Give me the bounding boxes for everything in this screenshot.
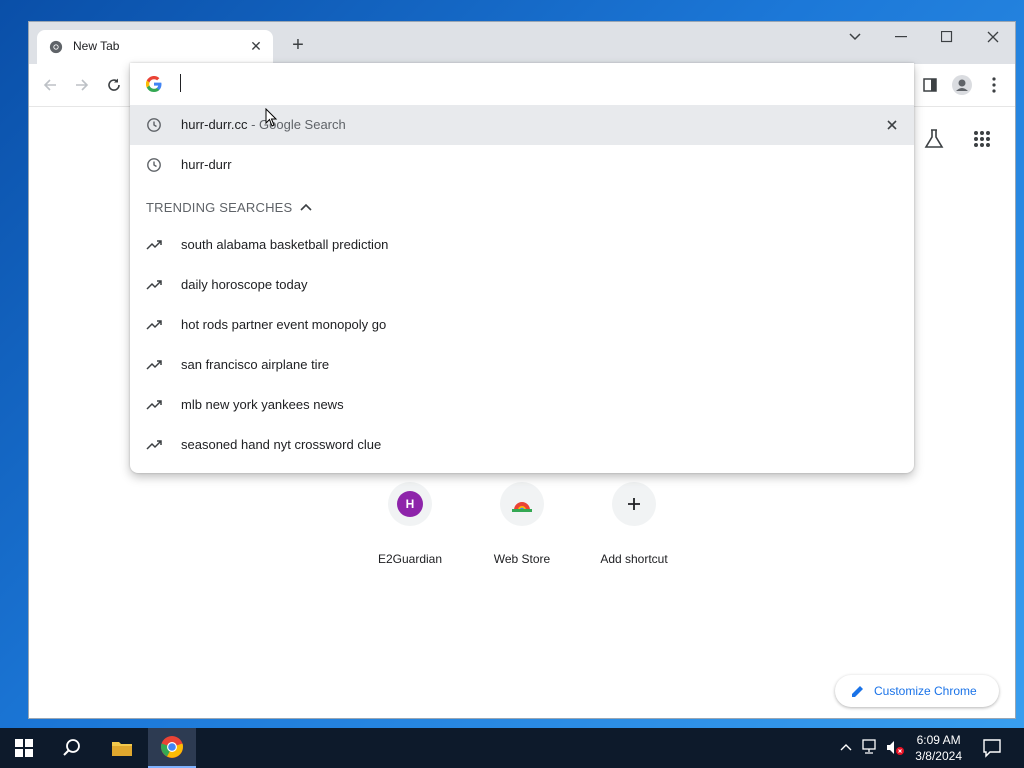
customize-chrome-label: Customize Chrome [874,684,977,698]
tray-date: 3/8/2024 [915,749,962,763]
file-explorer-icon[interactable] [98,728,146,768]
trending-text: mlb new york yankees news [181,397,344,412]
trending-text: san francisco airplane tire [181,357,330,372]
tab-new-tab[interactable]: New Tab ✕ [37,30,273,64]
suggestion-row[interactable]: hurr-durr [130,145,914,185]
trending-up-icon [146,440,162,450]
tray-chevron-up-icon[interactable] [840,742,852,752]
history-icon [147,118,161,132]
mouse-cursor-icon [265,108,278,127]
text-caret [180,74,181,92]
history-icon [147,158,161,172]
tray-time: 6:09 AM [916,733,961,747]
omnibox-input[interactable] [130,63,914,103]
chrome-taskbar-icon[interactable] [148,728,196,768]
shortcut-icon-circle [612,482,656,526]
notification-icon[interactable] [982,738,1002,758]
suggestion-row[interactable]: hurr-durr.cc - Google Search [130,105,914,145]
shortcut-icon-circle: H [388,482,432,526]
shortcut-label: E2Guardian [377,552,443,566]
menu-kebab-icon[interactable] [983,74,1005,96]
reload-icon[interactable] [103,74,125,96]
tab-search-icon[interactable] [840,26,870,48]
pencil-icon [852,686,863,697]
shortcut-icon-circle [500,482,544,526]
new-tab-button[interactable]: + [287,35,309,57]
close-window-icon[interactable] [978,26,1008,48]
minimize-icon[interactable] [886,26,916,48]
trending-text: hot rods partner event monopoly go [181,317,387,332]
forward-icon[interactable] [71,74,93,96]
search-icon[interactable] [48,728,96,768]
shortcut-e2guardian[interactable]: H E2Guardian [355,482,465,582]
trending-text: south alabama basketball prediction [181,237,389,252]
trending-row[interactable]: san francisco airplane tire [130,345,914,385]
volume-muted-icon[interactable] [886,739,906,757]
shortcut-web-store[interactable]: Web Store [467,482,577,582]
trending-up-icon [146,240,162,250]
trending-up-icon [146,400,162,410]
windows-start-icon[interactable] [0,728,48,768]
chrome-favicon-icon [49,40,63,54]
customize-chrome-button[interactable]: Customize Chrome [835,675,999,707]
tab-title: New Tab [73,39,120,53]
suggestion-text: hurr-durr [181,157,232,172]
shortcut-label: Web Store [493,552,551,566]
network-icon[interactable] [862,739,880,755]
plus-icon [628,498,640,510]
trending-row[interactable]: seasoned hand nyt crossword clue [130,425,914,465]
shortcut-label: Add shortcut [600,552,668,566]
side-panel-icon[interactable] [919,74,941,96]
letter-avatar-icon: H [397,491,423,517]
trending-up-icon [146,320,162,330]
chrome-webstore-icon [512,502,532,512]
apps-grid-icon[interactable] [973,130,991,148]
omnibox-dropdown: hurr-durr.cc - Google Search hurr-durr T… [130,63,914,473]
labs-flask-icon[interactable] [923,128,945,150]
trending-text: seasoned hand nyt crossword clue [181,437,382,452]
tab-close-icon[interactable]: ✕ [247,37,265,55]
back-icon[interactable] [39,74,61,96]
trending-row[interactable]: south alabama basketball prediction [130,225,914,265]
trending-text: daily horoscope today [181,277,308,292]
trending-up-icon [146,360,162,370]
suggestion-text: hurr-durr.cc - Google Search [181,117,346,132]
chevron-up-icon[interactable] [298,199,314,215]
shortcut-add[interactable]: Add shortcut [579,482,689,582]
tray-clock[interactable]: 6:09 AM 3/8/2024 [915,732,962,764]
profile-avatar-icon[interactable] [951,74,973,96]
trending-row[interactable]: mlb new york yankees news [130,385,914,425]
trending-row[interactable]: hot rods partner event monopoly go [130,305,914,345]
maximize-icon[interactable] [932,26,962,48]
taskbar: 6:09 AM 3/8/2024 [0,728,1024,768]
remove-suggestion-icon[interactable] [882,115,902,135]
trending-up-icon [146,280,162,290]
trending-searches-header: TRENDING SEARCHES [146,200,293,215]
google-g-icon [146,76,162,92]
tab-strip: New Tab ✕ + [29,22,1015,64]
trending-row[interactable]: daily horoscope today [130,265,914,305]
